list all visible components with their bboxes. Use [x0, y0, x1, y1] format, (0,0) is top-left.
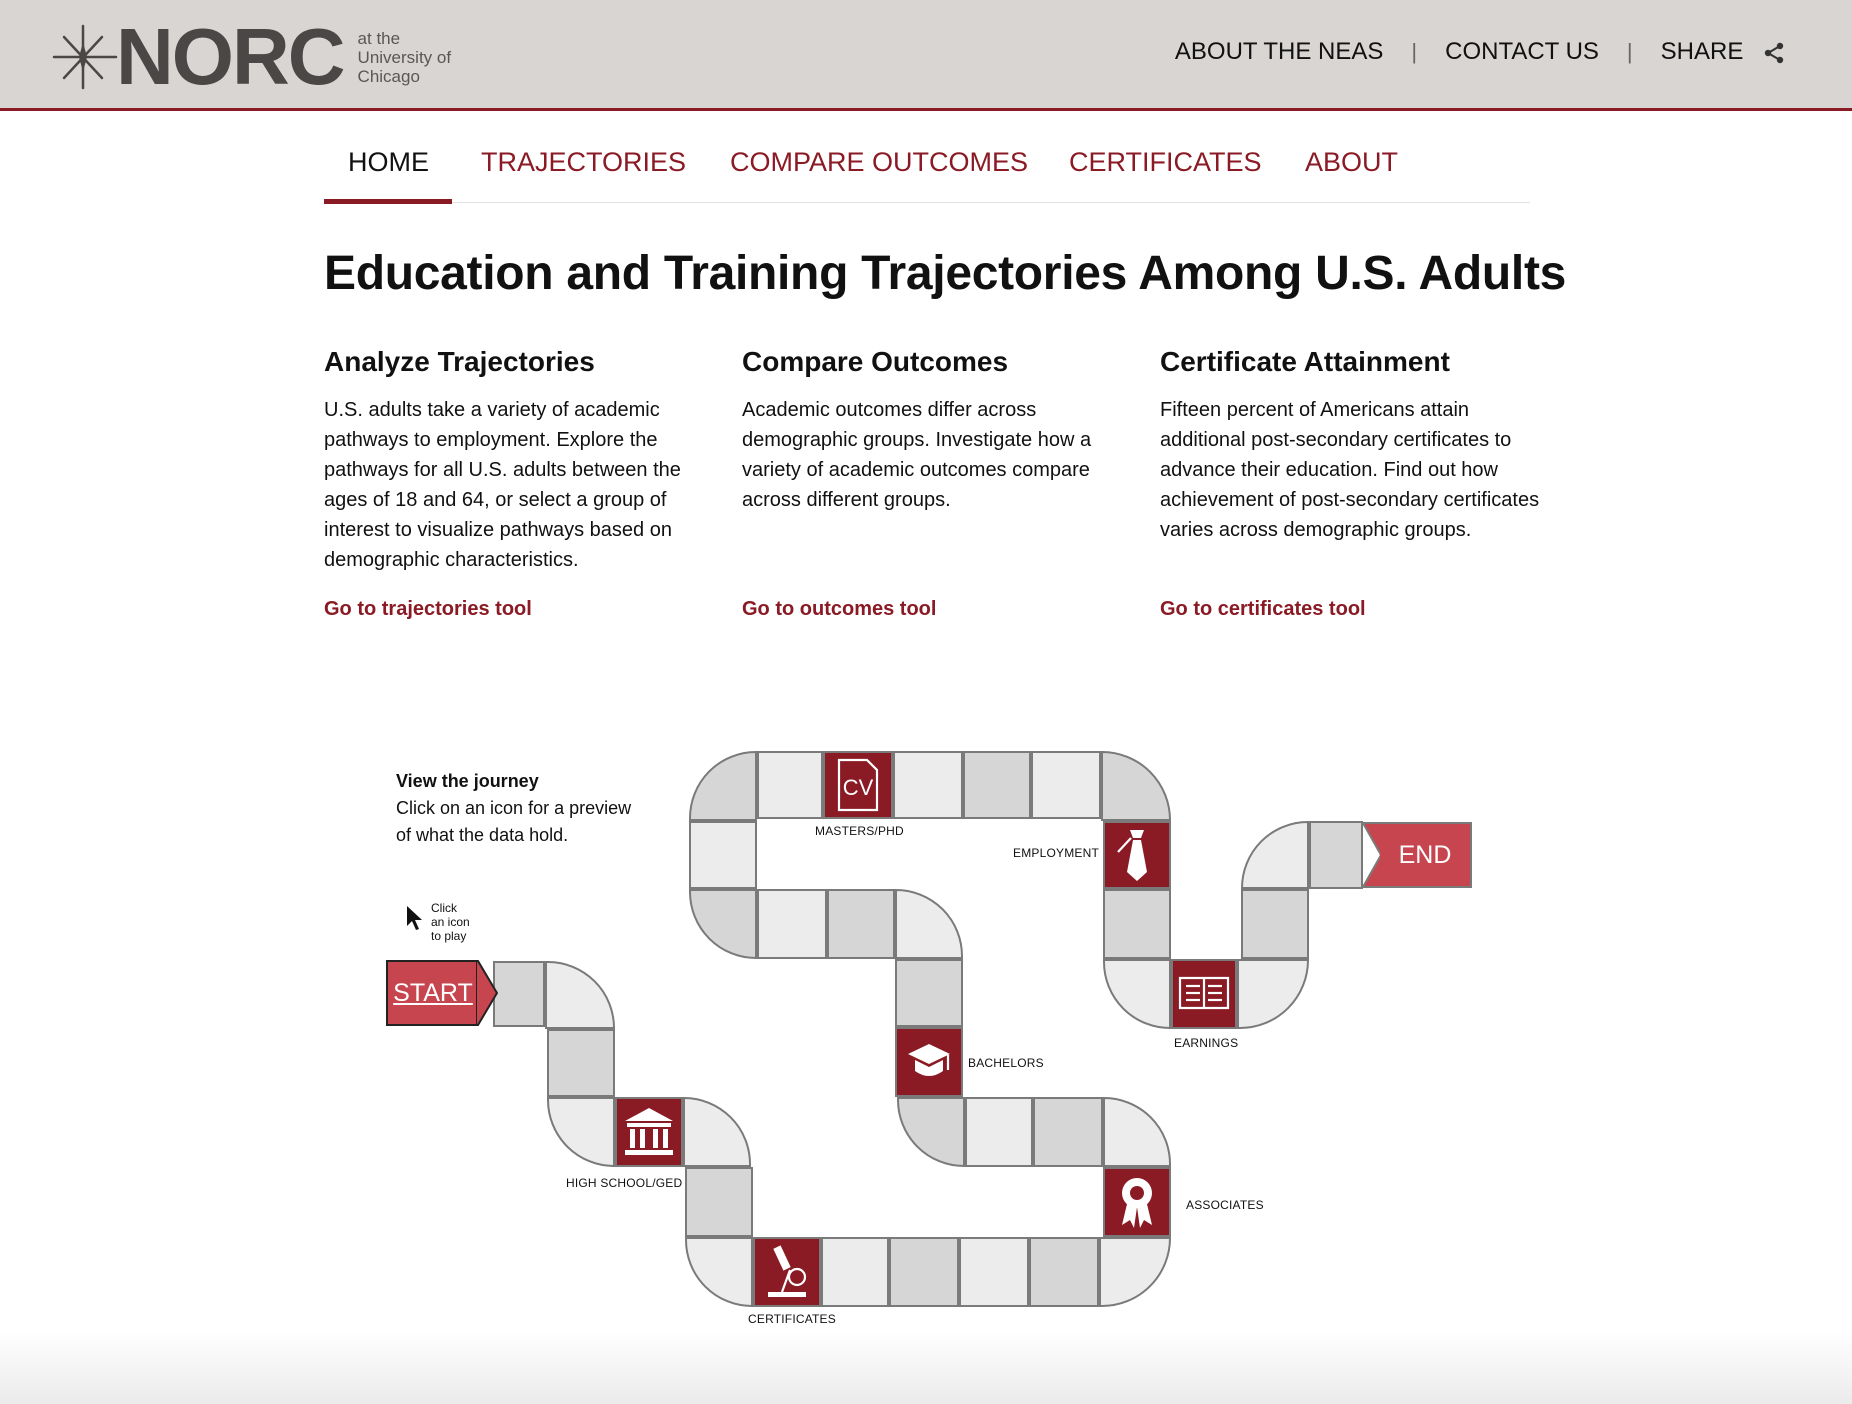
board-tile	[689, 821, 757, 889]
board-tile	[685, 1167, 753, 1237]
board-tile	[545, 961, 616, 1029]
norc-logo[interactable]: NORC at the University of Chicago	[46, 12, 452, 101]
tab-certificates[interactable]: CERTIFICATES	[1069, 140, 1262, 203]
share-link[interactable]: SHARE	[1661, 38, 1786, 66]
board-tile	[1031, 751, 1101, 819]
outcomes-tool-link[interactable]: Go to outcomes tool	[742, 598, 936, 621]
step-label-employment: EMPLOYMENT	[1013, 846, 1100, 860]
certificates-tool-link[interactable]: Go to certificates tool	[1160, 598, 1366, 621]
board-tile	[821, 1237, 889, 1307]
card-body: Fifteen percent of Americans attain addi…	[1160, 399, 1540, 541]
board-tile	[893, 751, 963, 819]
share-icon	[1764, 42, 1784, 63]
card-heading: Compare Outcomes	[742, 346, 1009, 377]
step-label-masters: MASTERS/PHD	[815, 824, 904, 838]
contact-us-link[interactable]: CONTACT US	[1445, 38, 1599, 66]
board-tile	[683, 1096, 751, 1167]
board-tile	[1099, 1237, 1172, 1307]
end-button[interactable]: END	[1380, 822, 1472, 888]
card-heading: Certificate Attainment	[1160, 346, 1450, 377]
certificate-attainment-card: Certificate Attainment Fifteen percent o…	[1160, 346, 1540, 620]
click-hint-line-2: an icon	[431, 915, 470, 929]
click-hint-line-1: Click	[431, 901, 457, 915]
logo-sub-line-1: at the	[357, 28, 401, 48]
board-tile	[963, 751, 1031, 819]
certificates-tile[interactable]	[753, 1237, 821, 1307]
tab-home[interactable]: HOME	[324, 140, 452, 204]
board-tile	[757, 751, 823, 819]
board-tile	[493, 961, 545, 1027]
earnings-tile[interactable]	[1171, 959, 1237, 1029]
card-heading: Analyze Trajectories	[324, 346, 595, 377]
site-header: NORC at the University of Chicago ABOUT …	[0, 0, 1852, 111]
board-tile	[1241, 889, 1309, 959]
card-body: Academic outcomes differ across demograp…	[742, 399, 1092, 511]
masters-tile[interactable]	[823, 751, 893, 819]
main-nav: HOME TRAJECTORIES COMPARE OUTCOMES CERTI…	[324, 140, 1530, 204]
click-hint-line-3: to play	[431, 929, 467, 943]
card-body: U.S. adults take a variety of academic p…	[324, 399, 681, 571]
logo-sub-line-3: Chicago	[357, 66, 420, 86]
start-arrow	[476, 960, 498, 1026]
board-tile	[965, 1097, 1033, 1167]
page-title: Education and Training Trajectories Amon…	[324, 247, 1567, 300]
associates-tile[interactable]	[1103, 1167, 1171, 1237]
share-label: SHARE	[1660, 38, 1744, 65]
separator: |	[1411, 39, 1418, 64]
board-tile	[1240, 820, 1309, 889]
board-tile	[689, 889, 757, 960]
cursor-icon	[407, 906, 422, 930]
step-label-associates: ASSOCIATES	[1186, 1198, 1264, 1212]
employment-tile[interactable]	[1103, 821, 1171, 889]
analyze-trajectories-card: Analyze Trajectories U.S. adults take a …	[324, 346, 704, 620]
start-button[interactable]: START	[386, 960, 478, 1026]
board-tile	[689, 750, 757, 821]
board-tile	[1101, 750, 1172, 821]
bottom-fade	[0, 1330, 1852, 1404]
board-tile	[959, 1237, 1029, 1307]
board-tile	[895, 959, 963, 1027]
high-school-tile[interactable]	[615, 1097, 683, 1167]
norc-star-logo-icon	[52, 24, 118, 90]
board-tile	[1029, 1237, 1099, 1307]
logo-subtitle: at the University of Chicago	[358, 29, 452, 86]
logo-wordmark: NORC	[116, 12, 346, 101]
board-tile	[1309, 821, 1363, 889]
trajectories-tool-link[interactable]: Go to trajectories tool	[324, 598, 532, 621]
journey-intro-line-1: Click on an icon for a preview	[396, 798, 632, 818]
board-tile	[1103, 959, 1171, 1030]
journey-board: CV	[493, 750, 1363, 1308]
page: NORC at the University of Chicago ABOUT …	[0, 0, 1852, 1404]
step-label-certificates: CERTIFICATES	[748, 1312, 836, 1326]
separator: |	[1626, 39, 1633, 64]
logo-sub-line-2: University of	[357, 47, 452, 67]
step-label-earnings: EARNINGS	[1174, 1036, 1239, 1050]
tab-about[interactable]: ABOUT	[1305, 140, 1398, 203]
board-tile	[1103, 889, 1171, 959]
tab-trajectories[interactable]: TRAJECTORIES	[481, 140, 686, 203]
board-tile	[827, 889, 895, 959]
top-links: ABOUT THE NEAS | CONTACT US | SHARE	[1175, 38, 1786, 66]
board-tile	[895, 888, 963, 959]
journey-intro: View the journey Click on an icon for a …	[396, 768, 631, 849]
step-label-high-school: HIGH SCHOOL/GED	[566, 1176, 683, 1190]
journey-intro-line-2: of what the data hold.	[396, 825, 569, 845]
board-tile	[757, 889, 827, 959]
bachelors-tile[interactable]	[895, 1027, 963, 1097]
end-arrow	[1362, 822, 1382, 888]
journey-intro-title: View the journey	[396, 771, 539, 791]
step-label-bachelors: BACHELORS	[968, 1056, 1044, 1070]
board-tile	[1103, 1096, 1171, 1167]
click-hint: Click an icon to play	[431, 901, 470, 943]
board-tile	[547, 1029, 615, 1097]
about-neas-link[interactable]: ABOUT THE NEAS	[1175, 38, 1384, 66]
board-tile	[547, 1097, 615, 1168]
board-tile	[897, 1097, 965, 1168]
board-tile	[685, 1237, 753, 1308]
board-tile	[889, 1237, 959, 1307]
board-tile	[1033, 1097, 1103, 1167]
board-tile	[1237, 959, 1310, 1029]
tab-compare-outcomes[interactable]: COMPARE OUTCOMES	[730, 140, 1028, 203]
compare-outcomes-card: Compare Outcomes Academic outcomes diffe…	[742, 346, 1122, 620]
